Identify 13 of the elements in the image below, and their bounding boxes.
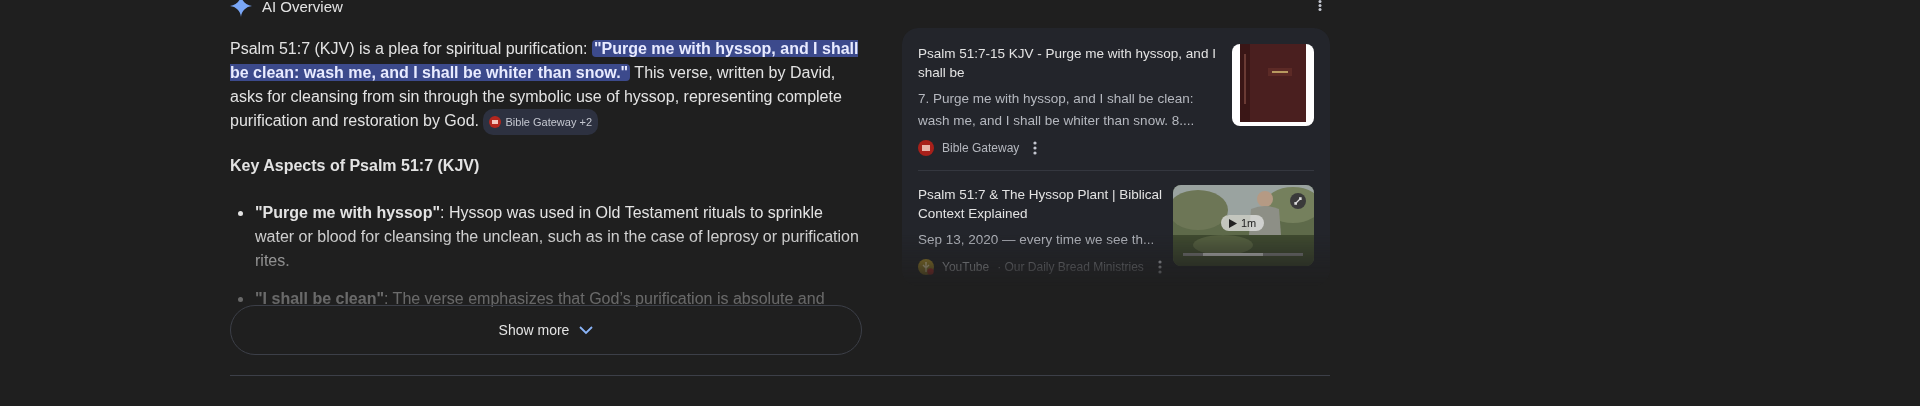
- summary-paragraph: Psalm 51:7 (KJV) is a plea for spiritual purification: "Purge me with hyssop, and I shall be clean: wash me, and I shall be whiter than snow." This verse, written by David, asks for cleansing from sin through the symbolic use of hyssop, representing complete purification and restoration by God. Bible Gateway +2: [230, 37, 862, 135]
- source-chip[interactable]: Bible Gateway +2: [483, 109, 598, 135]
- result-snippet: Sep 13, 2020 — every time we see th...: [918, 231, 1156, 249]
- source-name: Bible Gateway: [942, 141, 1020, 155]
- result-title[interactable]: Psalm 51:7-15 KJV - Purge me with hyssop, and I shall be: [918, 44, 1222, 82]
- result-title[interactable]: Psalm 51:7 & The Hyssop Plant | Biblical Context Explained: [918, 185, 1163, 223]
- section-title: AI Overview: [262, 0, 343, 15]
- show-more-button[interactable]: Show more: [230, 305, 862, 355]
- result-snippet: 7. Purge me with hyssop, and I shall be clean: wash me, and I shall be whiter than snow. 8....: [918, 90, 1196, 130]
- section-heading: Key Aspects of Psalm 51:7 (KJV): [230, 157, 481, 175]
- bullet-text: "Purge me with hyssop": Hyssop was used in Old Testament rituals to sprinkle water or blood for cleansing the unclean, such as in the case of leprosy or purification rites.: [255, 203, 860, 271]
- duration-badge: 1m: [1221, 215, 1265, 231]
- source-name: YouTube: [942, 260, 990, 274]
